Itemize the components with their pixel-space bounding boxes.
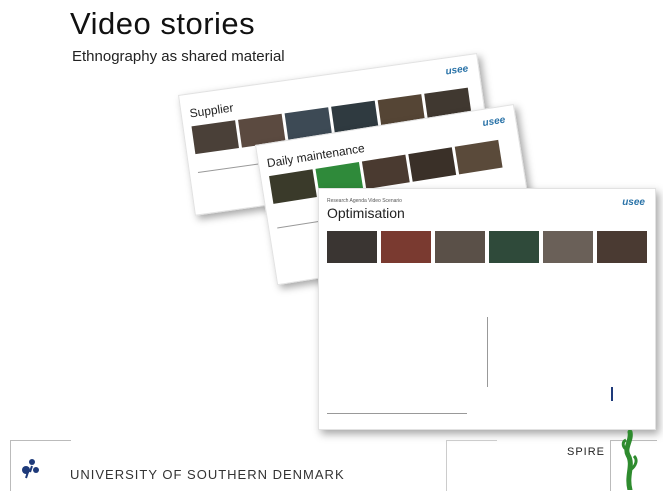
signature-line bbox=[327, 413, 467, 414]
video-thumbnail bbox=[327, 231, 377, 263]
video-thumbnail bbox=[454, 139, 503, 175]
institution-logo bbox=[611, 387, 643, 401]
usee-logo: usee bbox=[481, 114, 507, 130]
spire-brand: SPIRE bbox=[567, 446, 606, 458]
usee-logo: usee bbox=[622, 197, 645, 208]
video-thumbnail bbox=[269, 169, 317, 204]
spire-plant-icon bbox=[621, 430, 638, 490]
university-logo-icon bbox=[22, 459, 39, 479]
video-thumbnail bbox=[597, 231, 647, 263]
slide-title: Video stories bbox=[70, 6, 256, 41]
video-thumbnail bbox=[543, 231, 593, 263]
footer-frame-middle bbox=[446, 440, 497, 491]
video-thumbnail bbox=[408, 147, 457, 182]
video-thumbnail bbox=[361, 154, 410, 190]
usee-logo: usee bbox=[444, 63, 469, 78]
sheet-title: Optimisation bbox=[327, 205, 405, 221]
video-thumbnail bbox=[435, 231, 485, 263]
video-thumbnail bbox=[489, 231, 539, 263]
university-name: UNIVERSITY OF SOUTHERN DENMARK bbox=[70, 467, 345, 482]
slide-subtitle: Ethnography as shared material bbox=[72, 48, 285, 65]
sheet-supertitle: Research Agenda Video Scenario bbox=[327, 198, 402, 204]
video-thumbnail bbox=[191, 120, 239, 155]
video-thumbnail bbox=[381, 231, 431, 263]
column-divider bbox=[487, 317, 488, 387]
video-thumbnails bbox=[327, 231, 647, 263]
video-story-sheet-front: Research Agenda Video Scenario Optimisat… bbox=[318, 188, 656, 430]
sheet-title: Supplier bbox=[188, 100, 235, 121]
